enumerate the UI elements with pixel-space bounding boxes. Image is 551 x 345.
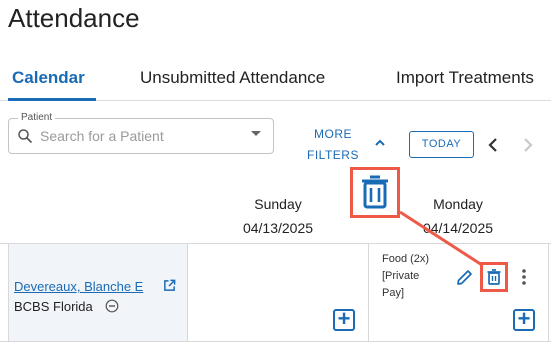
insurance-label: BCBS Florida [14, 299, 93, 314]
active-tab-indicator [8, 98, 96, 101]
grid-column-divider [368, 244, 369, 341]
patient-field-label: Patient [18, 112, 56, 123]
add-attendance-sunday-button[interactable]: + [333, 308, 355, 331]
grid-bottom-border [0, 341, 551, 342]
caret-down-icon[interactable] [251, 131, 261, 136]
tab-calendar[interactable]: Calendar [12, 68, 85, 88]
appointment-entry[interactable]: Food (2x) [Private Pay] [382, 251, 452, 302]
edit-icon[interactable] [455, 267, 475, 287]
chevron-left-icon[interactable] [485, 136, 503, 154]
patient-search-input[interactable]: Search for a Patient [40, 128, 164, 144]
appointment-line1: Food (2x) [382, 253, 430, 265]
grid-left-border [8, 244, 9, 341]
kebab-icon[interactable] [520, 268, 528, 286]
tab-unsubmitted-attendance[interactable]: Unsubmitted Attendance [140, 68, 325, 88]
more-filters-button[interactable]: MORE FILTERS [300, 124, 366, 166]
search-icon [18, 129, 32, 143]
minus-circle-icon[interactable] [105, 299, 119, 313]
appointment-line3: Pay] [382, 287, 405, 299]
patient-name-link[interactable]: Devereaux, Blanche E [14, 279, 143, 294]
day-header-sunday: Sunday [254, 196, 302, 212]
trash-icon[interactable] [484, 267, 504, 287]
tab-import-treatments[interactable]: Import Treatments [396, 68, 534, 88]
chevron-right-icon[interactable] [518, 136, 536, 154]
add-attendance-monday-button[interactable]: + [513, 308, 535, 331]
today-button[interactable]: TODAY [409, 131, 474, 158]
trash-icon [362, 175, 388, 209]
open-in-new-icon[interactable] [163, 279, 176, 292]
grid-column-divider [548, 244, 549, 341]
chevron-up-icon[interactable] [372, 135, 388, 151]
page-title: Attendance [8, 3, 140, 33]
appointment-line2: [Private [382, 270, 420, 282]
grid-column-divider [187, 244, 188, 341]
day-date-sunday: 04/13/2025 [242, 220, 314, 236]
more-filters-label-line2: FILTERS [307, 148, 359, 162]
more-filters-label-line1: MORE [314, 127, 352, 141]
day-date-monday: 04/14/2025 [422, 220, 494, 236]
